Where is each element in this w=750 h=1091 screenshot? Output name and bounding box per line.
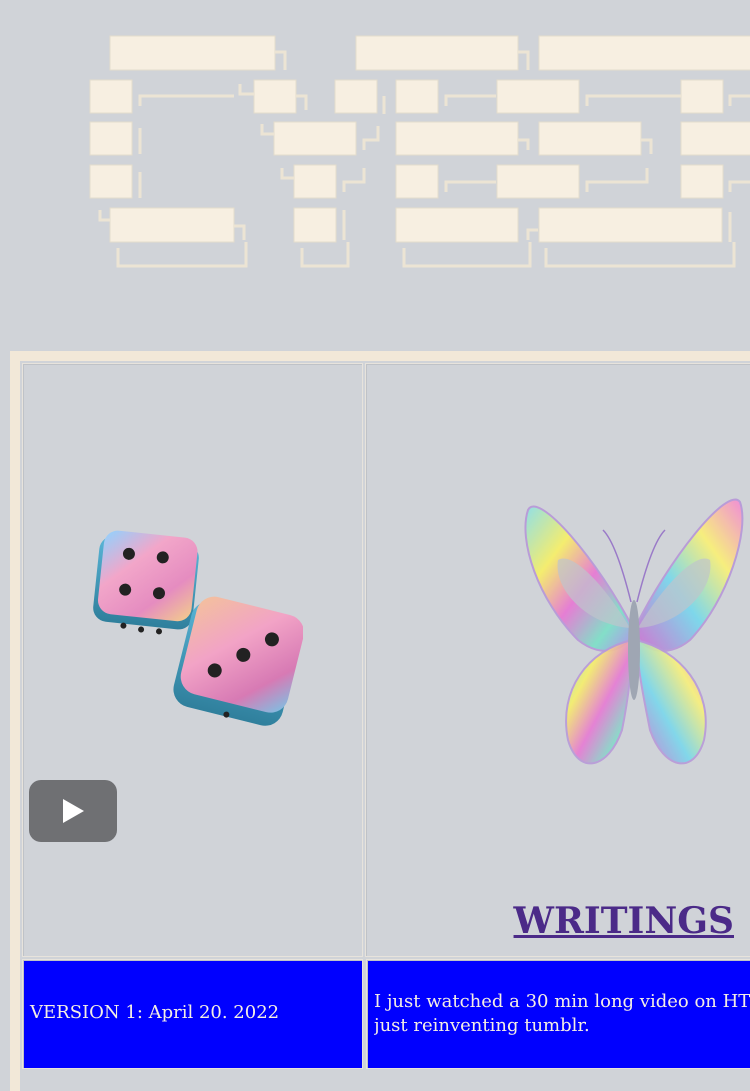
play-icon xyxy=(63,799,84,823)
video-play-button[interactable] xyxy=(29,780,117,842)
blurb-line-2: just reinventing tumblr. xyxy=(374,1015,590,1036)
ascii-banner-logo xyxy=(89,35,750,268)
butterfly-image xyxy=(524,498,744,765)
dice-image xyxy=(93,530,303,726)
blurb-line-1: I just watched a 30 min long video on HT… xyxy=(374,991,750,1012)
writings-link[interactable]: WRITINGS xyxy=(514,900,734,942)
version-text: VERSION 1: April 20. 2022 xyxy=(30,1002,280,1023)
intro-blurb: I just watched a 30 min long video on HT… xyxy=(374,990,750,1038)
